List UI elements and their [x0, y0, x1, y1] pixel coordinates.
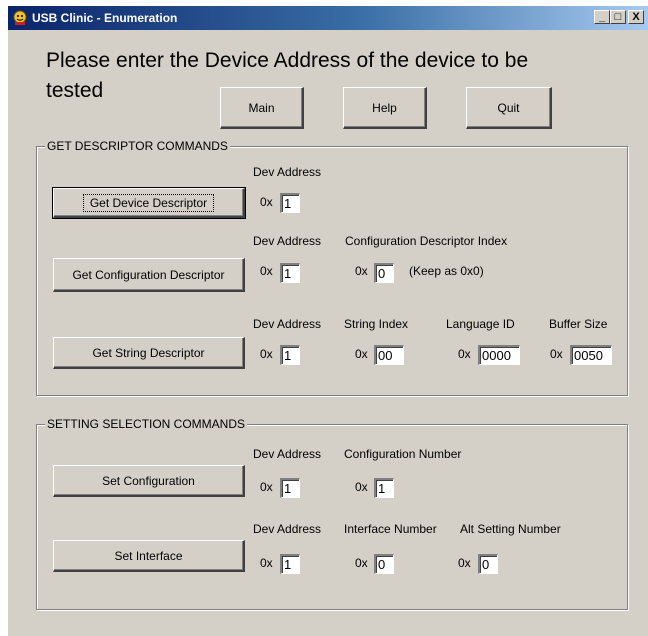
minimize-button[interactable]: _ [594, 10, 610, 24]
hex-prefix: 0x [260, 195, 273, 209]
buffer-size-input[interactable] [574, 348, 609, 363]
hex-prefix: 0x [355, 480, 368, 494]
config-descriptor-index-input[interactable] [378, 266, 391, 281]
hex-prefix: 0x [550, 347, 563, 361]
configuration-number-field[interactable] [374, 478, 394, 498]
buffer-size-label: Buffer Size [549, 317, 608, 331]
hex-prefix: 0x [355, 264, 368, 278]
string-dev-address-input[interactable] [284, 348, 297, 363]
setting-selection-group-title: SETTING SELECTION COMMANDS [45, 417, 248, 431]
config-descriptor-index-label: Configuration Descriptor Index [345, 234, 508, 248]
help-button[interactable]: Help [343, 87, 427, 129]
interface-number-input[interactable] [378, 557, 391, 572]
hex-prefix: 0x [260, 480, 273, 494]
language-id-field[interactable] [478, 345, 520, 365]
device-dev-address-field[interactable] [280, 193, 300, 213]
get-device-descriptor-button[interactable]: Get Device Descriptor [52, 187, 246, 219]
get-configuration-descriptor-button[interactable]: Get Configuration Descriptor [53, 258, 245, 292]
configuration-number-label: Configuration Number [344, 447, 462, 461]
app-window: USB Clinic - Enumeration _ □ X Please en… [8, 6, 648, 636]
string-dev-address-label: Dev Address [253, 317, 322, 331]
title-bar[interactable]: USB Clinic - Enumeration _ □ X [8, 6, 648, 30]
config-dev-address-label: Dev Address [253, 234, 322, 248]
hex-prefix: 0x [260, 347, 273, 361]
string-dev-address-field[interactable] [280, 345, 300, 365]
quit-button[interactable]: Quit [466, 87, 552, 129]
setconfig-dev-address-input[interactable] [284, 481, 297, 496]
window-title: USB Clinic - Enumeration [32, 11, 178, 25]
hex-prefix: 0x [260, 264, 273, 278]
setting-selection-group: SETTING SELECTION COMMANDS [36, 417, 628, 610]
interface-number-label: Interface Number [344, 522, 437, 536]
main-button[interactable]: Main [220, 87, 304, 129]
config-dev-address-field[interactable] [280, 263, 300, 283]
config-descriptor-index-field[interactable] [374, 263, 394, 283]
hex-prefix: 0x [355, 347, 368, 361]
language-id-label: Language ID [446, 317, 515, 331]
get-string-descriptor-button[interactable]: Get String Descriptor [53, 337, 245, 369]
alt-setting-number-field[interactable] [478, 554, 498, 574]
configuration-number-input[interactable] [378, 481, 391, 496]
hex-prefix: 0x [458, 347, 471, 361]
setconfig-dev-address-field[interactable] [280, 478, 300, 498]
get-descriptor-group-title: GET DESCRIPTOR COMMANDS [45, 139, 230, 153]
device-dev-address-input[interactable] [284, 196, 297, 211]
setconfig-dev-address-label: Dev Address [253, 447, 322, 461]
set-interface-button[interactable]: Set Interface [53, 540, 245, 572]
keep-as-note: (Keep as 0x0) [409, 264, 484, 278]
setinterface-dev-address-input[interactable] [284, 557, 297, 572]
hex-prefix: 0x [260, 556, 273, 570]
device-dev-address-label: Dev Address [253, 165, 322, 179]
get-device-descriptor-label: Get Device Descriptor [82, 193, 215, 212]
config-dev-address-input[interactable] [284, 266, 297, 281]
language-id-input[interactable] [482, 348, 517, 363]
string-index-label: String Index [344, 317, 409, 331]
string-index-field[interactable] [374, 345, 404, 365]
maximize-button[interactable]: □ [610, 10, 626, 24]
buffer-size-field[interactable] [570, 345, 612, 365]
hex-prefix: 0x [458, 556, 471, 570]
setinterface-dev-address-field[interactable] [280, 554, 300, 574]
hex-prefix: 0x [355, 556, 368, 570]
interface-number-field[interactable] [374, 554, 394, 574]
string-index-input[interactable] [378, 348, 401, 363]
usb-clinic-app-icon [13, 10, 27, 25]
setinterface-dev-address-label: Dev Address [253, 522, 322, 536]
alt-setting-number-label: Alt Setting Number [460, 522, 561, 536]
set-configuration-button[interactable]: Set Configuration [53, 465, 245, 497]
close-button[interactable]: X [628, 10, 644, 24]
alt-setting-number-input[interactable] [482, 557, 495, 572]
